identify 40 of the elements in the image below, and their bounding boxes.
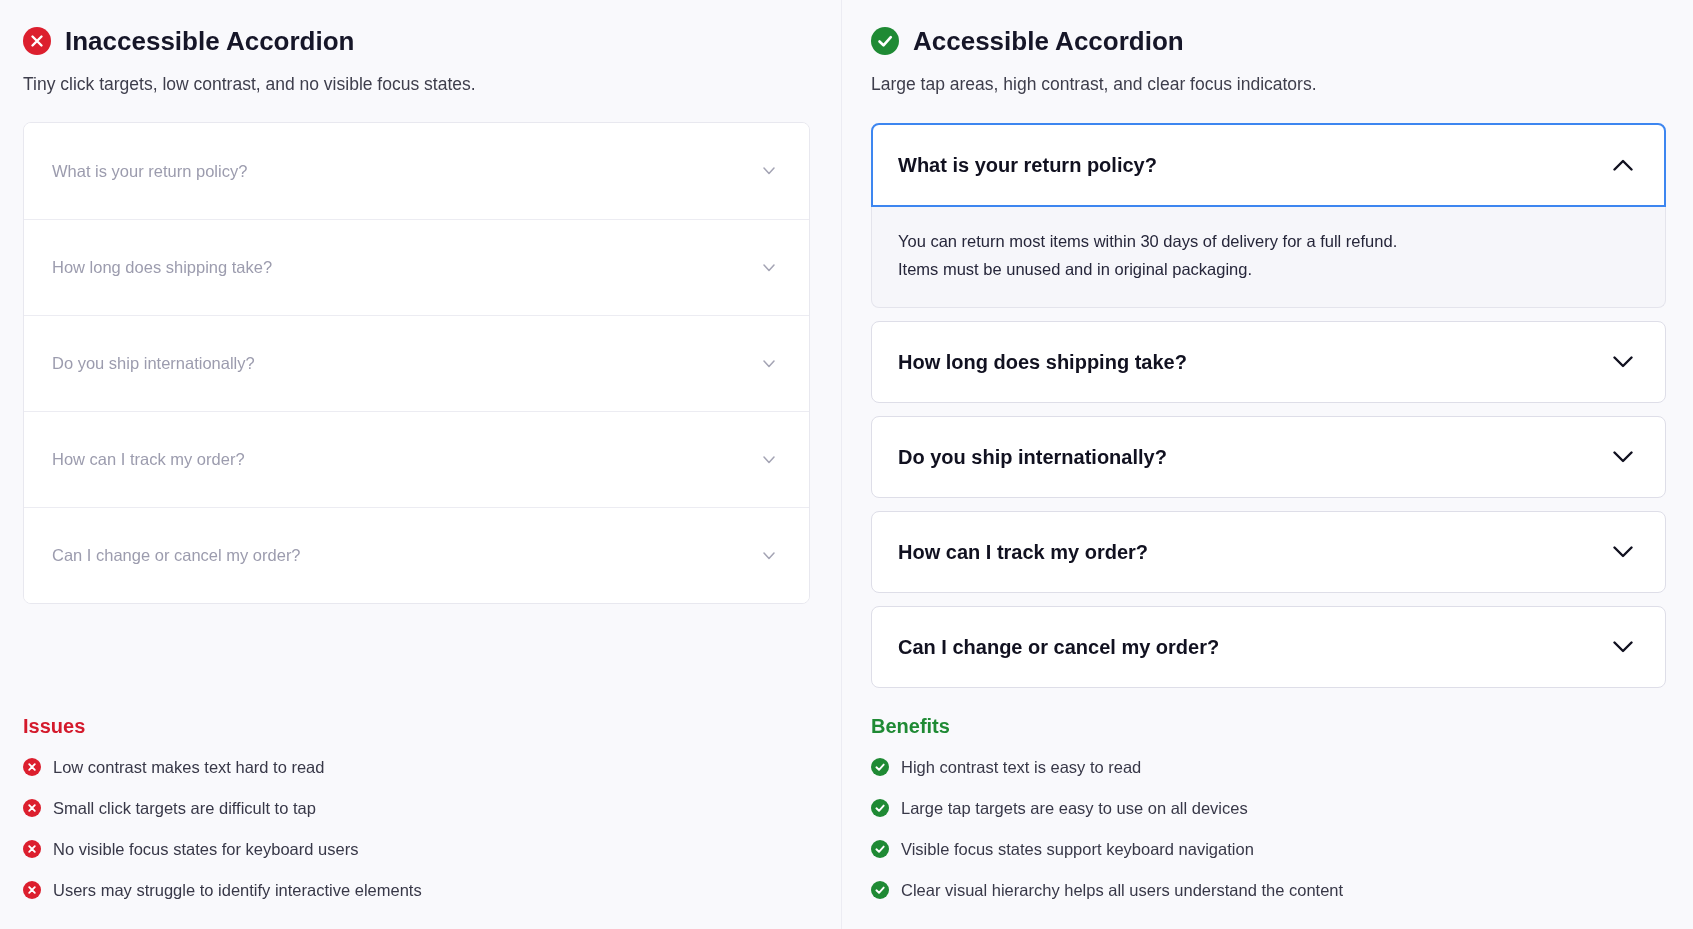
panel-title: Inaccessible Accordion [65,25,355,57]
accordion-header[interactable]: Do you ship internationally? [871,416,1666,498]
list-item-text: Small click targets are difficult to tap [53,798,316,819]
accordion-header[interactable]: How long does shipping take? [871,321,1666,403]
chevron-up-icon [1613,159,1633,171]
chevron-down-icon [763,167,775,175]
chevron-down-icon [1613,546,1633,558]
accordion-header[interactable]: Can I change or cancel my order? [871,606,1666,688]
chevron-down-icon [763,359,775,368]
list-item-text: High contrast text is easy to read [901,757,1142,778]
x-circle-icon [23,799,41,817]
x-circle-icon [23,840,41,858]
accordion-header[interactable]: How can I track my order? [871,511,1666,593]
chevron-down-icon [763,551,775,560]
chevron-down-icon [763,455,775,464]
accordion-header[interactable]: What is your return policy? [871,123,1666,207]
section-heading: Benefits [871,714,951,738]
x-circle-icon [23,758,41,776]
chevron-down-icon [1613,356,1633,368]
list-item-text: Large tap targets are easy to use on all devices [901,798,1248,819]
list-item-text: Clear visual hierarchy helps all users understand the content [901,880,1344,901]
list-item-text: Visible focus states support keyboard navigation [901,839,1254,860]
chevron-down-icon [763,263,775,272]
check-circle-icon [871,799,889,817]
check-circle-icon [871,758,889,776]
x-circle-icon [23,27,51,55]
x-circle-icon [23,881,41,899]
section-heading: Issues [23,714,87,738]
panel-description: Tiny click targets, low contrast, and no visible focus states. [23,73,477,96]
check-circle-icon [871,27,899,55]
panel-title: Accessible Accordion [913,25,1184,57]
check-circle-icon [871,881,889,899]
panel-description: Large tap areas, high contrast, and clear focus indicators. [871,73,1318,96]
list-item-text: Users may struggle to identify interactive elements [53,880,422,901]
list-item-text: No visible focus states for keyboard users [53,839,359,860]
list-item-text: Low contrast makes text hard to read [53,757,325,778]
chevron-down-icon [1613,641,1633,653]
check-circle-icon [871,840,889,858]
chevron-down-icon [1613,451,1633,463]
answer-text: You can return most items within 30 days of delivery for a full refund. Items must be unused and in original packaging. [898,231,1399,280]
